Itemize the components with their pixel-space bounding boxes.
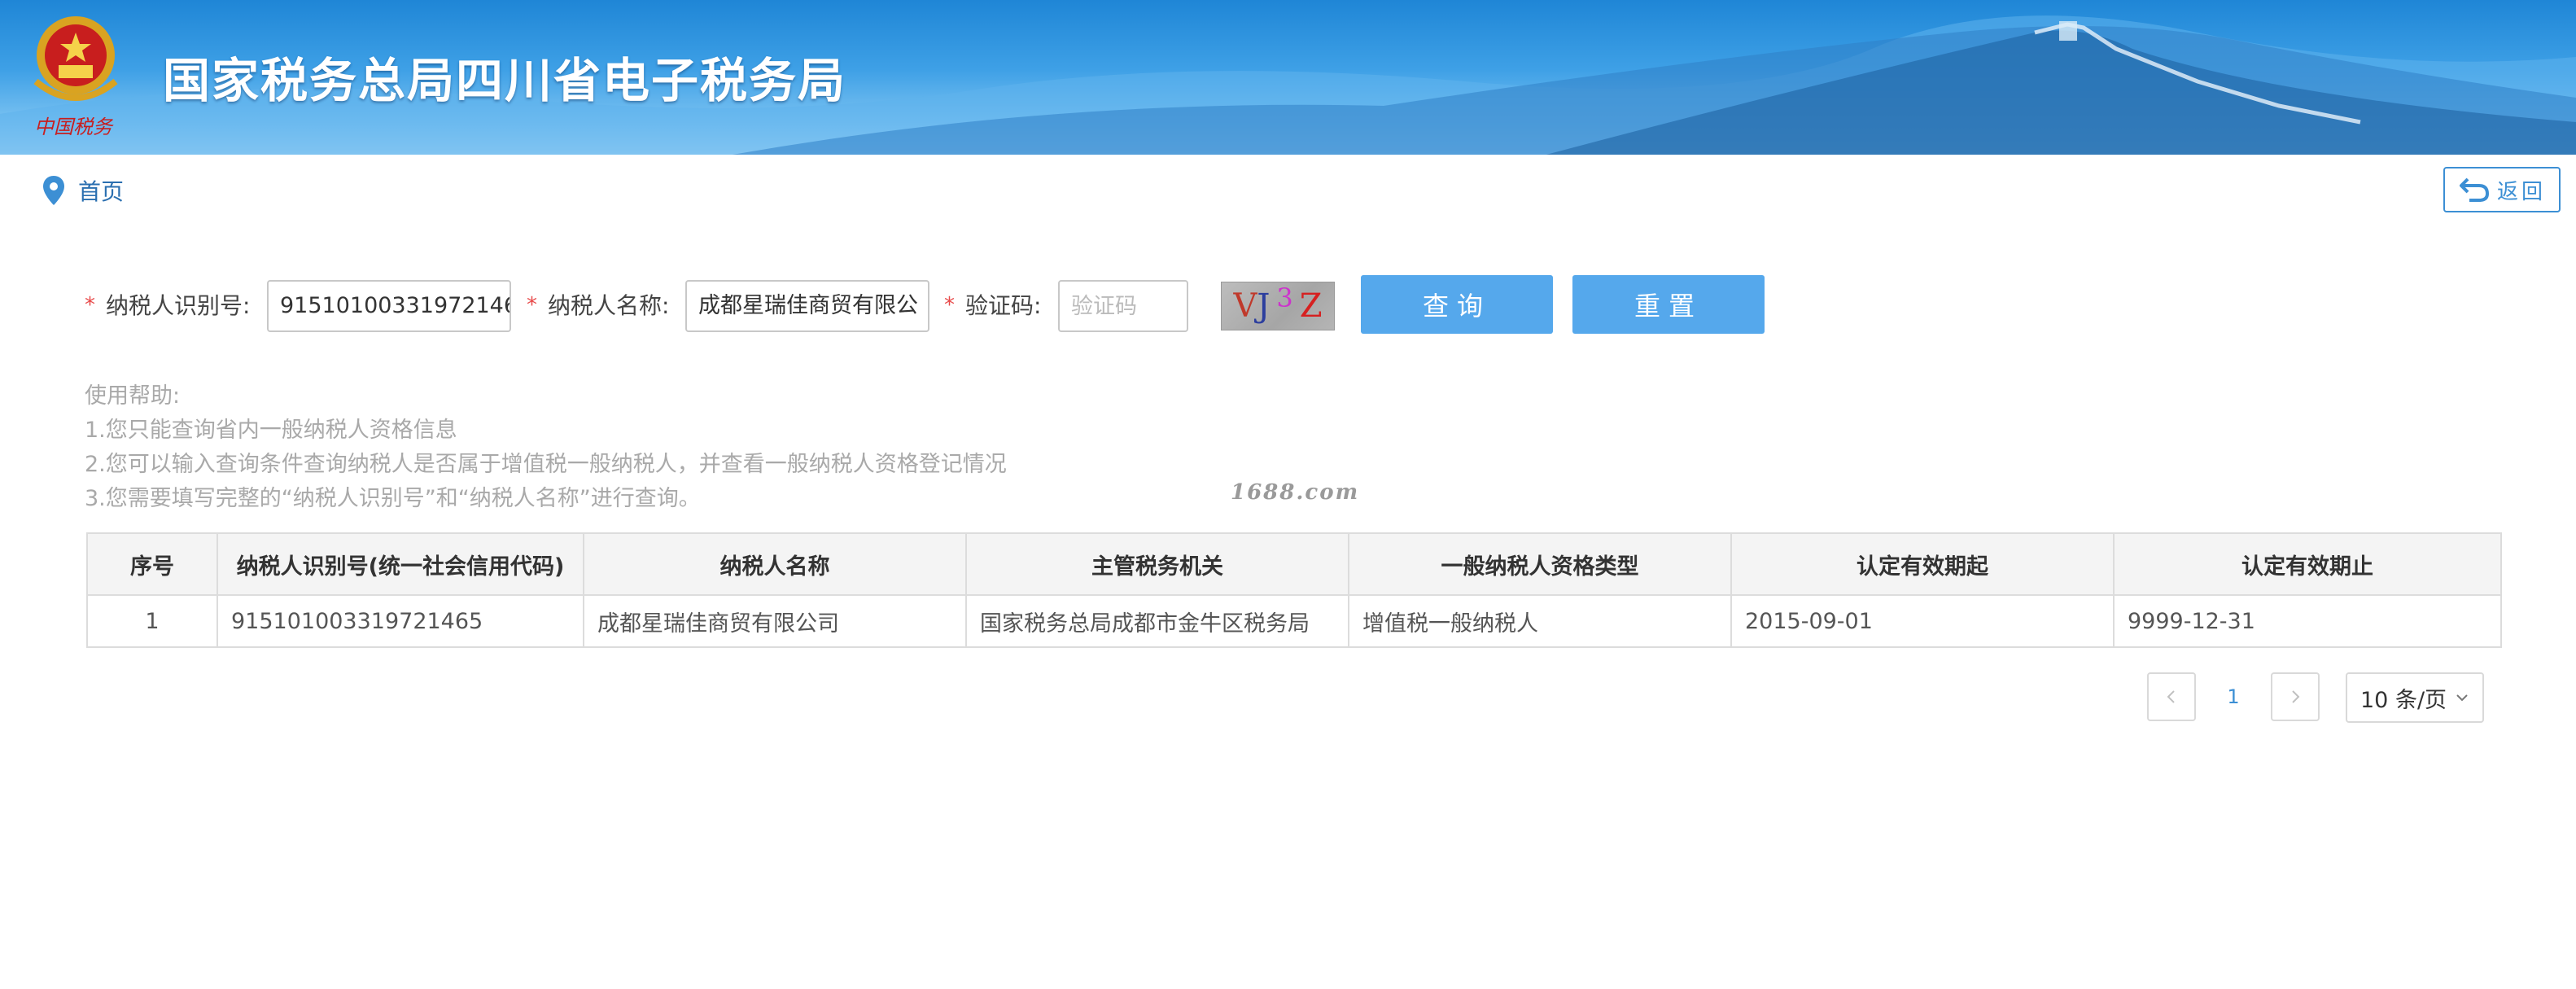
table-cell: 成都星瑞佳商贸有限公司 <box>583 594 967 648</box>
chevron-down-icon <box>2456 694 2468 702</box>
required-mark: * <box>85 293 95 317</box>
column-header: 认定有效期起 <box>1730 532 2115 596</box>
captcha-label: 验证码: <box>965 292 1042 319</box>
help-item: 1.您只能查询省内一般纳税人资格信息 <box>85 418 457 443</box>
taxpayer-name-label: 纳税人名称: <box>548 292 670 319</box>
taxpayer-id-label: 纳税人识别号: <box>106 292 251 319</box>
required-mark: * <box>527 293 537 317</box>
table-row: 1 915101003319721465 成都星瑞佳商贸有限公司 国家税务总局成… <box>86 594 2502 648</box>
back-button[interactable]: 返回 <box>2443 167 2561 212</box>
site-title: 国家税务总局四川省电子税务局 <box>163 53 847 108</box>
help-item: 2.您可以输入查询条件查询纳税人是否属于增值税一般纳税人，并查看一般纳税人资格登… <box>85 452 1007 477</box>
help-title: 使用帮助: <box>85 383 181 409</box>
captcha-image[interactable]: V J 3 Z <box>1221 282 1335 330</box>
pagination: 1 10 条/页 <box>0 672 2576 723</box>
page-size-value: 10 条/页 <box>2360 687 2447 713</box>
column-header: 序号 <box>86 532 218 596</box>
page-size-select[interactable]: 10 条/页 <box>2346 672 2484 723</box>
column-header: 主管税务机关 <box>965 532 1349 596</box>
required-mark: * <box>944 293 955 317</box>
return-arrow-icon <box>2459 177 2489 202</box>
reset-button[interactable]: 重置 <box>1572 275 1765 334</box>
chevron-right-icon <box>2292 690 2300 703</box>
chevron-left-icon <box>2167 690 2175 703</box>
emblem-caption: 中国税务 <box>34 116 112 138</box>
column-header: 纳税人识别号(统一社会信用代码) <box>216 532 584 596</box>
next-page-button[interactable] <box>2271 672 2320 721</box>
table-cell: 增值税一般纳税人 <box>1348 594 1732 648</box>
captcha-char: V <box>1233 287 1257 325</box>
back-button-label: 返回 <box>2496 179 2546 204</box>
table-cell: 国家税务总局成都市金牛区税务局 <box>965 594 1349 648</box>
captcha-char: J <box>1257 287 1271 325</box>
taxpayer-name-input[interactable]: 成都星瑞佳商贸有限公 <box>685 280 929 332</box>
breadcrumb-home[interactable]: 首页 <box>78 174 124 207</box>
result-table: 序号 纳税人识别号(统一社会信用代码) 纳税人名称 主管税务机关 一般纳税人资格… <box>86 532 2502 648</box>
table-cell: 2015-09-01 <box>1730 594 2115 648</box>
location-pin-icon <box>43 176 64 205</box>
captcha-char: Z <box>1299 287 1323 325</box>
page-number[interactable]: 1 <box>2209 672 2258 721</box>
column-header: 认定有效期止 <box>2113 532 2502 596</box>
prev-page-button[interactable] <box>2147 672 2196 721</box>
breadcrumb: 首页 <box>41 173 124 208</box>
query-button[interactable]: 查询 <box>1361 275 1553 334</box>
captcha-input[interactable] <box>1058 280 1188 332</box>
help-section: 使用帮助: 1.您只能查询省内一般纳税人资格信息 2.您可以输入查询条件查询纳税… <box>85 379 1007 516</box>
table-cell: 915101003319721465 <box>216 594 584 648</box>
help-item: 3.您需要填写完整的“纳税人识别号”和“纳税人名称”进行查询。 <box>85 486 701 511</box>
table-header-row: 序号 纳税人识别号(统一社会信用代码) 纳税人名称 主管税务机关 一般纳税人资格… <box>86 532 2502 596</box>
column-header: 纳税人名称 <box>583 532 967 596</box>
captcha-char: 3 <box>1276 282 1293 313</box>
header-banner: 中国税务 国家税务总局四川省电子税务局 <box>0 0 2576 155</box>
table-cell: 1 <box>86 594 218 648</box>
column-header: 一般纳税人资格类型 <box>1348 532 1732 596</box>
watermark: 1688.com <box>1231 480 1360 505</box>
table-cell: 9999-12-31 <box>2113 594 2502 648</box>
taxpayer-id-input[interactable]: 91510100331972146 <box>267 280 511 332</box>
